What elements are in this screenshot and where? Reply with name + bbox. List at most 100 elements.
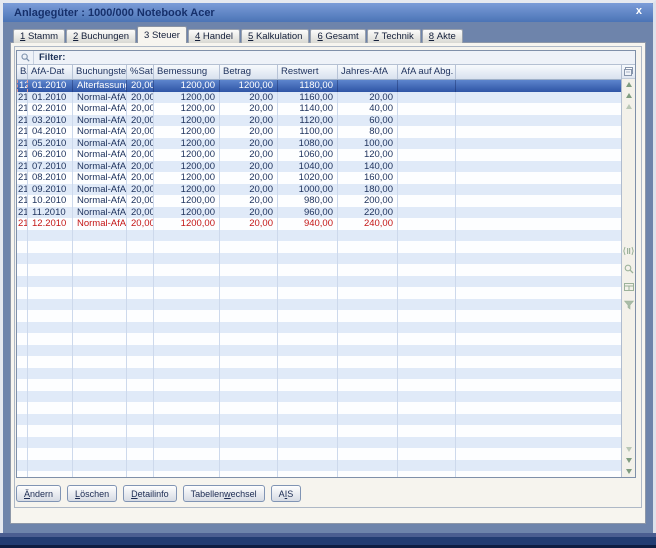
table-row-empty[interactable] bbox=[17, 241, 621, 253]
cell bbox=[28, 390, 73, 402]
table-row[interactable]: 21 10.2010 Normal-AfA 20,00 1200,00 20,00 980,… bbox=[17, 195, 621, 207]
table-row[interactable]: 21 06.2010 Normal-AfA 20,00 1200,00 20,00 1060… bbox=[17, 149, 621, 161]
table-row-empty[interactable] bbox=[17, 356, 621, 368]
table-row[interactable]: 21 01.2010 Normal-AfA 20,00 1200,00 20,00 1160… bbox=[17, 91, 621, 103]
table-icon[interactable] bbox=[623, 282, 634, 292]
column-width-icon[interactable] bbox=[623, 246, 634, 256]
column-header--satz[interactable]: %Satz bbox=[127, 65, 154, 79]
table-row[interactable]: 21 03.2010 Normal-AfA 20,00 1200,00 20,00 1120… bbox=[17, 114, 621, 126]
tab-kalkulation[interactable]: 5 Kalkulation bbox=[241, 29, 310, 43]
table-row-empty[interactable] bbox=[17, 367, 621, 379]
scroll-bottom-icon[interactable] bbox=[625, 466, 632, 477]
lschen-button[interactable]: Löschen bbox=[67, 485, 118, 502]
table-row[interactable]: 21 04.2010 Normal-AfA 20,00 1200,00 20,00 1100… bbox=[17, 126, 621, 138]
table-row-empty[interactable] bbox=[17, 471, 621, 477]
table-row-empty[interactable] bbox=[17, 390, 621, 402]
scroll-top-icon[interactable] bbox=[625, 79, 632, 90]
scroll-down-icon[interactable] bbox=[625, 458, 632, 463]
column-header-betrag[interactable]: Betrag bbox=[220, 65, 278, 79]
table-row-empty[interactable] bbox=[17, 413, 621, 425]
table-row-empty[interactable] bbox=[17, 333, 621, 345]
scroll-down-alt-icon[interactable] bbox=[625, 447, 632, 452]
table-row[interactable]: 21 02.2010 Normal-AfA 20,00 1200,00 20,00 1140… bbox=[17, 103, 621, 115]
column-header-afa-auf-abg-[interactable]: AfA auf Abg. bbox=[398, 65, 456, 79]
table-row-empty[interactable] bbox=[17, 310, 621, 322]
scroll-up-icon[interactable] bbox=[625, 93, 632, 98]
cell bbox=[17, 321, 28, 333]
column-header-afa-dat[interactable]: AfA-Dat bbox=[28, 65, 73, 79]
cell bbox=[278, 448, 338, 460]
column-header-bemessung[interactable]: Bemessung bbox=[154, 65, 220, 79]
column-header-restwert[interactable]: Restwert bbox=[278, 65, 338, 79]
column-header-jahres-afa[interactable]: Jahres-AfA bbox=[338, 65, 398, 79]
table-row[interactable]: 21 09.2010 Normal-AfA 20,00 1200,00 20,00 1000… bbox=[17, 183, 621, 195]
ndern-button[interactable]: Ändern bbox=[16, 485, 62, 502]
table-row-empty[interactable] bbox=[17, 448, 621, 460]
table-row-empty[interactable] bbox=[17, 275, 621, 287]
cell bbox=[398, 195, 456, 207]
table-row-empty[interactable] bbox=[17, 287, 621, 299]
cell-filler bbox=[456, 310, 621, 322]
select-grid-icon[interactable] bbox=[622, 65, 635, 79]
table-row-empty[interactable] bbox=[17, 402, 621, 414]
detailinfo-button[interactable]: Detailinfo bbox=[123, 485, 177, 502]
cell bbox=[278, 252, 338, 264]
tab-akte[interactable]: 8 Akte bbox=[421, 29, 463, 43]
column-header-buchungstext[interactable]: Buchungstext bbox=[73, 65, 127, 79]
cell: 1200,00 bbox=[154, 160, 220, 172]
search-icon[interactable] bbox=[624, 264, 634, 274]
filter-funnel-icon[interactable] bbox=[623, 300, 634, 310]
table-row-empty[interactable] bbox=[17, 264, 621, 276]
cell: 1080,00 bbox=[278, 137, 338, 149]
cell: 21 bbox=[18, 195, 28, 207]
cell bbox=[73, 333, 127, 345]
cell: 09.2010 bbox=[28, 183, 73, 195]
cell bbox=[127, 344, 154, 356]
table-row[interactable]: 21 12.2010 Normal-AfA 20,00 1200,00 20,00 940,… bbox=[17, 218, 621, 230]
table-row-empty[interactable] bbox=[17, 252, 621, 264]
ais-button[interactable]: AIS bbox=[270, 485, 302, 502]
table-row[interactable]: 1201.2010Alterfassung20,001200,001200,00… bbox=[17, 80, 621, 92]
table-row[interactable]: 21 11.2010 Normal-AfA 20,00 1200,00 20,00 960,… bbox=[17, 206, 621, 218]
cell bbox=[127, 356, 154, 368]
tab-stamm[interactable]: 1 Stamm bbox=[13, 29, 66, 43]
tab-steuer[interactable]: 3 Steuer bbox=[137, 26, 187, 43]
cell bbox=[28, 379, 73, 391]
column-header-ba[interactable]: BA bbox=[17, 65, 28, 79]
cell bbox=[338, 229, 398, 241]
tab-gesamt[interactable]: 6 Gesamt bbox=[310, 29, 366, 43]
table-row[interactable]: 21 07.2010 Normal-AfA 20,00 1200,00 20,00 1040… bbox=[17, 160, 621, 172]
cell: 1200,00 bbox=[154, 103, 220, 115]
cell: 20,00 bbox=[220, 160, 278, 172]
table-row-empty[interactable] bbox=[17, 436, 621, 448]
table-row-empty[interactable] bbox=[17, 344, 621, 356]
close-icon[interactable]: x bbox=[636, 5, 642, 17]
cell bbox=[73, 241, 127, 253]
cell: 240,00 bbox=[338, 218, 398, 230]
cell: 1120,00 bbox=[278, 114, 338, 126]
cell: 1060,00 bbox=[278, 149, 338, 161]
tab-handel[interactable]: 4 Handel bbox=[187, 29, 241, 43]
cell bbox=[154, 425, 220, 437]
table-row-empty[interactable] bbox=[17, 425, 621, 437]
cell bbox=[398, 356, 456, 368]
table-row-empty[interactable] bbox=[17, 379, 621, 391]
tabellenwechsel-button[interactable]: Tabellen w echsel bbox=[182, 485, 265, 502]
cell bbox=[154, 333, 220, 345]
titlebar[interactable]: Anlagegüter : 1000/000 Notebook Acer x bbox=[3, 3, 653, 22]
table-row-empty[interactable] bbox=[17, 321, 621, 333]
tab-buchungen[interactable]: 2 Buchungen bbox=[66, 29, 137, 43]
table-row-empty[interactable] bbox=[17, 459, 621, 471]
table-row[interactable]: 21 08.2010 Normal-AfA 20,00 1200,00 20,00 1020… bbox=[17, 172, 621, 184]
scroll-up-alt-icon[interactable] bbox=[625, 104, 632, 109]
cell bbox=[278, 344, 338, 356]
table-row-empty[interactable] bbox=[17, 229, 621, 241]
grid-main: BAAfA-DatBuchungstext%SatzBemessungBetra… bbox=[17, 65, 635, 477]
tab-technik[interactable]: 7 Technik bbox=[366, 29, 421, 43]
cell: 20,00 bbox=[338, 91, 398, 103]
search-icon[interactable] bbox=[17, 51, 34, 64]
table-row-empty[interactable] bbox=[17, 298, 621, 310]
cell bbox=[154, 379, 220, 391]
table-row[interactable]: 21 05.2010 Normal-AfA 20,00 1200,00 20,00 1080… bbox=[17, 137, 621, 149]
cell bbox=[398, 183, 456, 195]
